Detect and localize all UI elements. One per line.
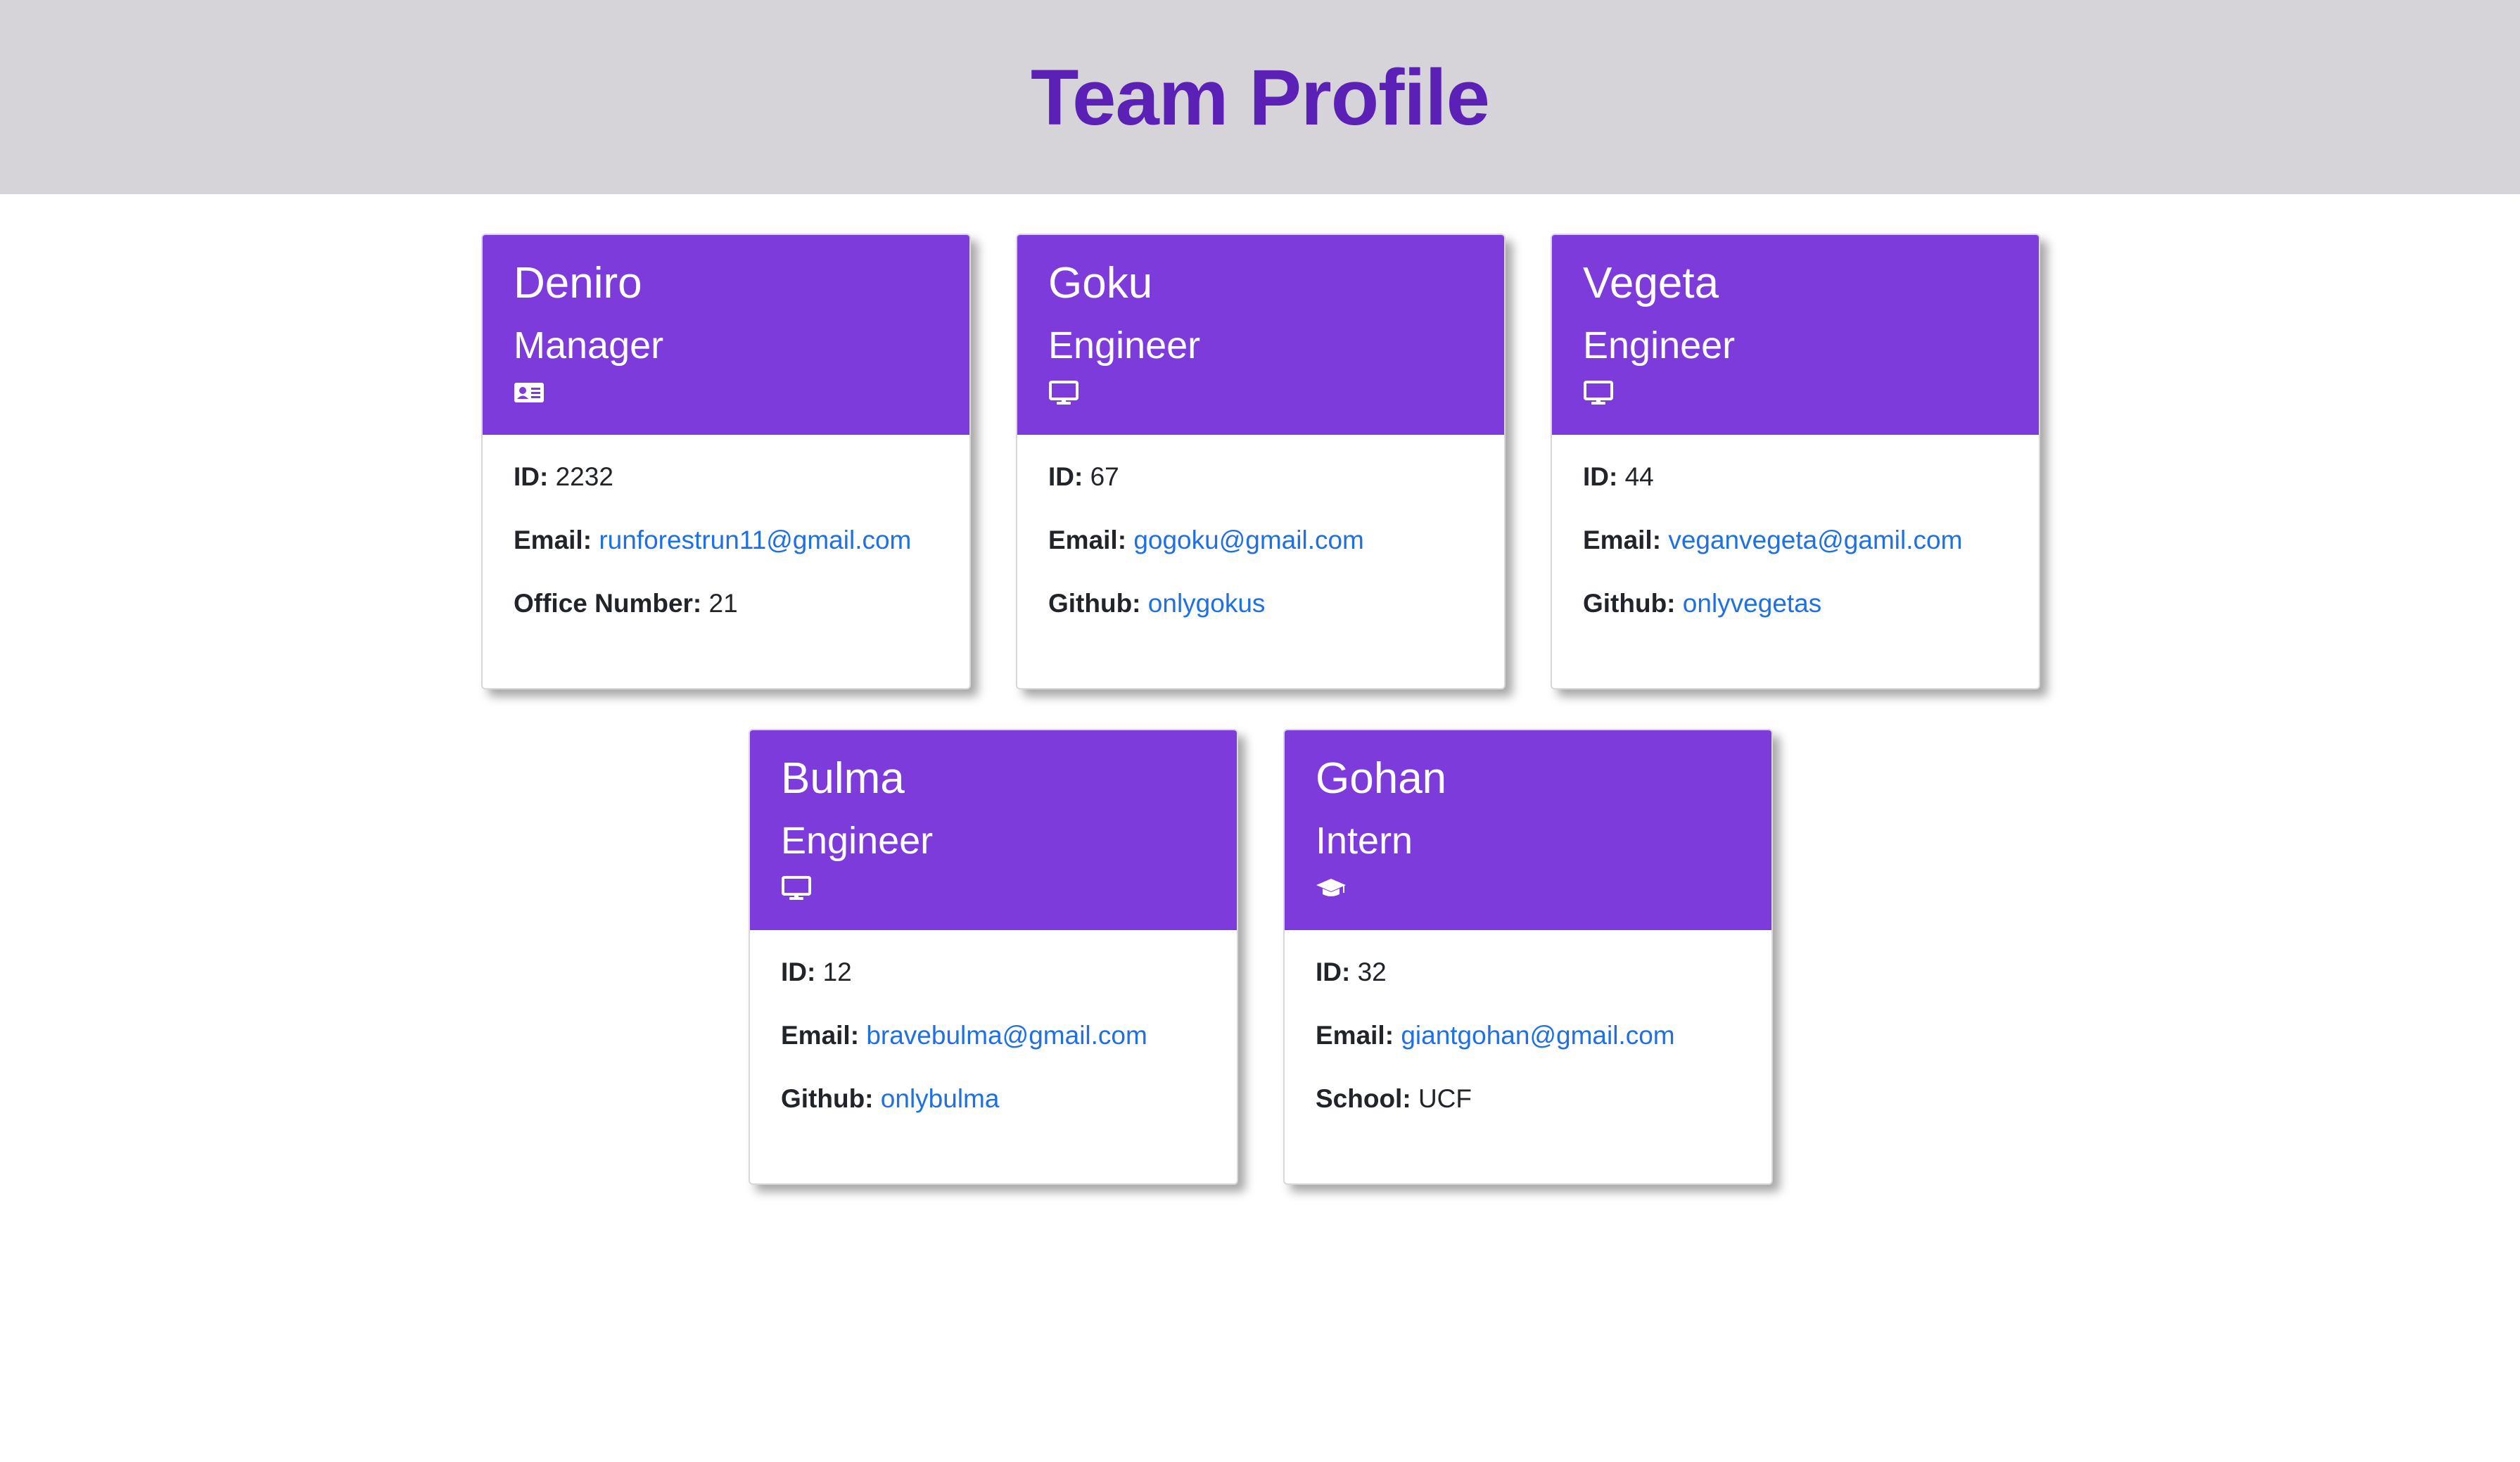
id-value: 67 — [1090, 462, 1119, 491]
email-label: Email: — [514, 526, 592, 554]
id-value: 12 — [822, 958, 852, 986]
employee-card: Vegeta Engineer ID: 44 Email: veganveget… — [1551, 234, 2040, 689]
card-body: ID: 32 Email: giantgohan@gmail.com Schoo… — [1285, 930, 1771, 1114]
email-link[interactable]: giantgohan@gmail.com — [1401, 1021, 1674, 1050]
employee-role: Engineer — [1583, 324, 1736, 367]
monitor-icon — [781, 875, 812, 901]
github-label: Github: — [1583, 589, 1676, 618]
email-label: Email: — [1583, 526, 1662, 554]
id-row: ID: 67 — [1048, 462, 1473, 492]
card-body: ID: 67 Email: gogoku@gmail.com Github: o… — [1017, 435, 1504, 619]
card-header: Vegeta Engineer — [1552, 235, 2039, 435]
email-row: Email: giantgohan@gmail.com — [1316, 1020, 1741, 1051]
employee-name: Goku — [1048, 259, 1153, 307]
card-header: Goku Engineer — [1017, 235, 1504, 435]
email-link[interactable]: bravebulma@gmail.com — [866, 1021, 1147, 1050]
id-value: 32 — [1357, 958, 1387, 986]
school-label: School: — [1316, 1084, 1411, 1113]
employee-card: Deniro Manager ID: 2232 Email: runforest… — [481, 234, 971, 689]
monitor-icon — [1048, 380, 1079, 405]
id-label: ID: — [1583, 462, 1618, 491]
office-number-row: Office Number: 21 — [514, 588, 938, 619]
email-label: Email: — [781, 1021, 860, 1050]
email-link[interactable]: veganvegeta@gamil.com — [1668, 526, 1962, 554]
github-row: Github: onlybulma — [781, 1083, 1206, 1114]
email-row: Email: bravebulma@gmail.com — [781, 1020, 1206, 1051]
id-row: ID: 2232 — [514, 462, 938, 492]
card-header: Deniro Manager — [483, 235, 969, 435]
page-header: Team Profile — [0, 0, 2520, 194]
employee-role: Intern — [1316, 820, 1413, 862]
github-row: Github: onlygokus — [1048, 588, 1473, 619]
github-link[interactable]: onlyvegetas — [1683, 589, 1821, 618]
id-label: ID: — [781, 958, 816, 986]
employee-name: Deniro — [514, 259, 642, 307]
page-title: Team Profile — [1031, 53, 1490, 141]
card-body: ID: 44 Email: veganvegeta@gamil.com Gith… — [1552, 435, 2039, 619]
email-label: Email: — [1316, 1021, 1394, 1050]
github-row: Github: onlyvegetas — [1583, 588, 2008, 619]
id-label: ID: — [514, 462, 549, 491]
id-label: ID: — [1048, 462, 1083, 491]
card-body: ID: 12 Email: bravebulma@gmail.com Githu… — [750, 930, 1237, 1114]
id-label: ID: — [1316, 958, 1351, 986]
school-value: UCF — [1418, 1084, 1472, 1113]
card-header: Gohan Intern — [1285, 730, 1771, 930]
employee-name: Gohan — [1316, 754, 1447, 803]
employee-role: Engineer — [1048, 324, 1201, 367]
employee-name: Vegeta — [1583, 259, 1719, 307]
card-header: Bulma Engineer — [750, 730, 1237, 930]
id-row: ID: 32 — [1316, 957, 1741, 988]
id-value: 44 — [1624, 462, 1654, 491]
id-row: ID: 44 — [1583, 462, 2008, 492]
office-number-label: Office Number: — [514, 589, 702, 618]
github-link[interactable]: onlygokus — [1148, 589, 1266, 618]
email-label: Email: — [1048, 526, 1127, 554]
id-value: 2232 — [555, 462, 613, 491]
office-number-value: 21 — [708, 589, 738, 618]
employee-card: Gohan Intern ID: 32 Email: giantgohan@gm… — [1283, 729, 1773, 1185]
monitor-icon — [1583, 380, 1614, 405]
github-label: Github: — [781, 1084, 874, 1113]
employee-role: Manager — [514, 324, 664, 367]
github-link[interactable]: onlybulma — [881, 1084, 1000, 1113]
employee-role: Engineer — [781, 820, 934, 862]
email-row: Email: gogoku@gmail.com — [1048, 525, 1473, 556]
github-label: Github: — [1048, 589, 1141, 618]
id-card-icon — [514, 380, 545, 405]
email-link[interactable]: runforestrun11@gmail.com — [599, 526, 911, 554]
team-cards: Deniro Manager ID: 2232 Email: runforest… — [0, 194, 2520, 1462]
employee-name: Bulma — [781, 754, 905, 803]
card-body: ID: 2232 Email: runforestrun11@gmail.com… — [483, 435, 969, 619]
id-row: ID: 12 — [781, 957, 1206, 988]
email-row: Email: veganvegeta@gamil.com — [1583, 525, 2008, 556]
graduation-cap-icon — [1316, 875, 1347, 901]
school-row: School: UCF — [1316, 1083, 1741, 1114]
email-row: Email: runforestrun11@gmail.com — [514, 525, 938, 556]
employee-card: Bulma Engineer ID: 12 Email: bravebulma@… — [749, 729, 1238, 1185]
email-link[interactable]: gogoku@gmail.com — [1133, 526, 1364, 554]
employee-card: Goku Engineer ID: 67 Email: gogoku@gmail… — [1016, 234, 1506, 689]
